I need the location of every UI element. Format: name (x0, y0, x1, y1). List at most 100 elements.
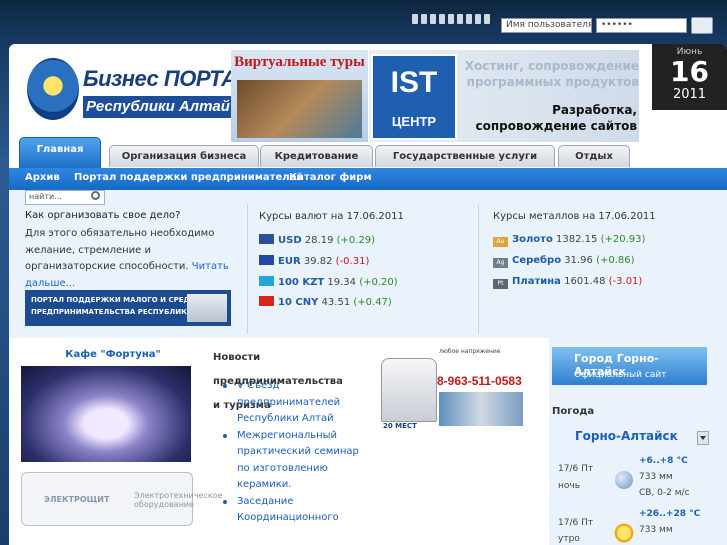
banner-tours-title: Виртуальные туры (234, 54, 365, 70)
search-icon[interactable] (91, 191, 100, 200)
elektro-caption: Электротехническое оборудование (134, 491, 223, 509)
elektro-name: ЭЛЕКТРОЩИТ (44, 495, 110, 504)
elektroshchit-banner[interactable]: ЭЛЕКТРОЩИТ Электротехническое оборудован… (21, 472, 223, 526)
van-ad-photos (439, 392, 523, 426)
font-tool-icon[interactable] (484, 14, 490, 24)
subnav-support-portal[interactable]: Портал поддержки предпринимателей (74, 172, 303, 183)
metal-chip-icon: Ag (493, 258, 508, 268)
metal-name: Золото (512, 234, 553, 245)
sun-icon (613, 522, 635, 544)
currency-row: 100 KZT 19.34 (+0.20) (259, 276, 398, 288)
weather-wind: СВ, 0-2 м/с (639, 488, 690, 498)
intro-text: Для этого обязательно необходимо желание… (25, 226, 237, 292)
font-tool-icon[interactable] (421, 14, 427, 24)
tab-gov-services[interactable]: Государственные услуги (375, 145, 555, 167)
ist-main-text: Разработка, сопровождение сайтов (475, 103, 637, 133)
currency-row: EUR 39.82 (-0.31) (259, 255, 369, 267)
weather-part: утро (558, 534, 580, 544)
tab-home[interactable]: Главная (19, 137, 101, 168)
businessman-image (187, 294, 227, 322)
city-site-banner[interactable]: Город Горно-Алтайск Официальный сайт (552, 347, 707, 385)
currency-row: 10 CNY 43.51 (+0.47) (259, 296, 392, 308)
sub-navigation: Архив Портал поддержки предпринимателей … (9, 168, 727, 190)
metal-chip-icon: Au (493, 237, 508, 247)
metal-chip-icon: Pt (493, 279, 508, 289)
tab-credit[interactable]: Кредитование (260, 145, 373, 167)
logo-title: Бизнес ПОРТАЛ (83, 66, 252, 91)
currency-value: 43.51 (321, 297, 351, 308)
support-portal-banner[interactable]: ПОРТАЛ ПОДДЕРЖКИ МАЛОГО И СРЕДНЕГО ПРЕДП… (25, 290, 231, 326)
weather-pressure: 733 мм (639, 525, 673, 535)
divider (247, 204, 248, 334)
subnav-archive[interactable]: Архив (25, 172, 60, 183)
van-image (381, 358, 437, 422)
font-tool-icon[interactable] (457, 14, 463, 24)
font-tool-icon[interactable] (430, 14, 436, 24)
metal-change: (-3.01) (608, 276, 643, 287)
ist-ghost-text: Хостинг, сопровождение программных проду… (464, 59, 639, 89)
van-ad-phone: 8-963-511-0583 (437, 374, 522, 388)
flag-icon (259, 234, 274, 244)
username-input[interactable]: Имя пользователя ( (501, 18, 592, 33)
weather-date: 17/6 Пт (558, 518, 594, 528)
weather-pressure: 733 мм (639, 472, 673, 482)
chevron-down-icon[interactable] (697, 431, 709, 445)
metals-title: Курсы металлов на 17.06.2011 (493, 211, 656, 222)
metal-name: Серебро (512, 255, 562, 266)
font-tool-icon[interactable] (475, 14, 481, 24)
currency-value: 28.19 (304, 235, 334, 246)
currency-change: (+0.20) (359, 277, 398, 288)
news-item[interactable]: Межрегиональный практический семинар по … (219, 428, 359, 494)
metal-change: (+0.86) (596, 255, 635, 266)
ist-center-banner[interactable]: IST ЦЕНТР Хостинг, сопровождение програм… (369, 50, 639, 142)
currency-title: Курсы валют на 17.06.2011 (259, 211, 404, 222)
currency-row: USD 28.19 (+0.29) (259, 234, 375, 246)
font-tool-icon[interactable] (412, 14, 418, 24)
news-item[interactable]: Заседание Координационного (219, 494, 359, 527)
weather-city-select[interactable]: Горно-Алтайск (575, 429, 678, 443)
font-size-tools[interactable] (412, 14, 490, 24)
font-tool-icon[interactable] (439, 14, 445, 24)
metal-value: 1601.48 (564, 276, 606, 287)
login-button[interactable] (691, 17, 713, 34)
tab-leisure[interactable]: Отдых (558, 145, 630, 167)
flag-icon (259, 276, 274, 286)
flag-icon (259, 296, 274, 306)
van-ad-banner[interactable]: любое напряжение 8-963-511-0583 20 МЕСТ (379, 348, 525, 432)
weather-temp: +6..+8 °С (639, 456, 688, 466)
font-tool-icon[interactable] (448, 14, 454, 24)
divider (478, 204, 479, 334)
metal-row: Pt Платина 1601.48 (-3.01) (493, 276, 642, 289)
date-year: 2011 (672, 87, 707, 102)
news-item[interactable]: V Съезд предпринимателей Республики Алта… (219, 378, 359, 428)
currency-code: EUR (278, 256, 301, 267)
currency-change: (+0.47) (353, 297, 392, 308)
cafe-title[interactable]: Кафе "Фортуна" (27, 349, 199, 360)
city-banner-subtitle: Официальный сайт (574, 370, 667, 380)
metal-value: 1382.15 (556, 234, 598, 245)
metal-change: (+20.93) (600, 234, 646, 245)
metal-row: Au Золото 1382.15 (+20.93) (493, 234, 645, 247)
ist-logo-small: ЦЕНТР (391, 114, 437, 129)
logo-subtitle: Республики Алтай (83, 96, 233, 118)
currency-code: USD (278, 235, 302, 246)
emblem-icon (27, 58, 79, 120)
news-list: V Съезд предпринимателей Республики Алта… (219, 378, 359, 527)
subnav-catalog[interactable]: Каталог фирм (289, 172, 372, 183)
weather-date: 17/6 Пт (558, 464, 594, 474)
date-widget: Июнь 16 2011 (652, 44, 727, 110)
intro-title: Как организовать свое дело? (25, 210, 181, 221)
font-tool-icon[interactable] (466, 14, 472, 24)
ist-logo: IST ЦЕНТР (371, 54, 457, 140)
currency-change: (-0.31) (335, 256, 370, 267)
tab-business[interactable]: Организация бизнеса (109, 145, 259, 167)
password-input[interactable]: •••••• (596, 18, 687, 33)
van-ad-seats: 20 МЕСТ (383, 422, 417, 430)
weather-temp: +26..+28 °С (639, 509, 701, 519)
flag-icon (259, 255, 274, 265)
site-logo[interactable]: Бизнес ПОРТАЛ Республики Алтай (27, 52, 252, 132)
cafe-photo[interactable] (21, 366, 191, 462)
moon-icon (615, 471, 633, 489)
ist-logo-big: IST (390, 66, 438, 99)
virtual-tours-banner[interactable]: Виртуальные туры (231, 50, 368, 142)
